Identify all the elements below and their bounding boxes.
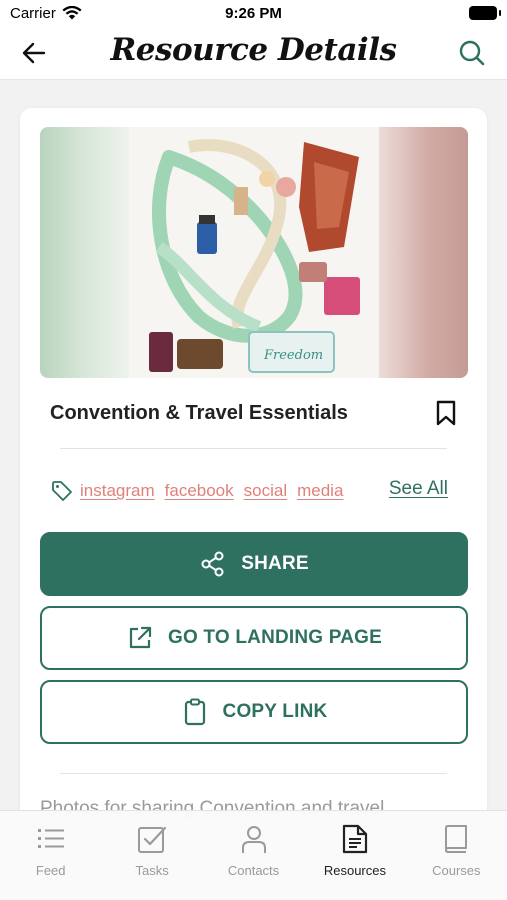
- tab-tasks[interactable]: Tasks: [101, 811, 202, 900]
- tab-contacts[interactable]: Contacts: [203, 811, 304, 900]
- share-label: SHARE: [241, 553, 309, 574]
- bookmark-icon: [436, 400, 456, 426]
- book-icon: [440, 823, 472, 855]
- resource-image: Freedom: [40, 127, 468, 378]
- divider: [60, 448, 447, 449]
- navigation-bar: Resource Details: [0, 26, 507, 80]
- resource-title-row: Convention & Travel Essentials: [50, 394, 460, 434]
- tab-label: Feed: [35, 863, 66, 878]
- tag-icon: [52, 481, 72, 501]
- see-all-tags-link[interactable]: See All: [389, 478, 448, 500]
- status-bar: Carrier 9:26 PM: [0, 0, 507, 26]
- go-to-landing-page-button[interactable]: GO TO LANDING PAGE: [40, 606, 468, 670]
- tab-label: Resources: [323, 863, 386, 878]
- resource-photo: Freedom: [129, 127, 379, 378]
- landing-label: GO TO LANDING PAGE: [167, 627, 383, 648]
- tab-resources[interactable]: Resources: [304, 811, 405, 900]
- page-title: Resource Details: [110, 32, 397, 68]
- carrier-indicator: Carrier: [10, 5, 82, 22]
- tab-label: Tasks: [135, 863, 169, 878]
- divider: [60, 773, 447, 774]
- share-button[interactable]: SHARE: [40, 532, 468, 596]
- photo-illustration: Freedom: [129, 127, 379, 378]
- arrow-left-icon: [22, 42, 46, 64]
- external-link-icon: [126, 624, 154, 652]
- checkbox-icon: [136, 823, 168, 855]
- search-icon: [459, 40, 485, 66]
- tag-link[interactable]: social: [244, 481, 287, 501]
- tag-link[interactable]: instagram: [80, 481, 155, 501]
- resource-title: Convention & Travel Essentials: [50, 402, 348, 424]
- image-blur-left: [40, 127, 129, 378]
- carrier-label: Carrier: [10, 4, 56, 22]
- clipboard-icon: [181, 698, 209, 726]
- copy-link-button[interactable]: COPY LINK: [40, 680, 468, 744]
- tag-link[interactable]: facebook: [165, 481, 234, 501]
- resource-details-screen: Carrier 9:26 PM Resource Details Freedom…: [0, 0, 507, 900]
- tab-bar: Feed Tasks Contacts Resources Courses: [0, 810, 507, 900]
- back-button[interactable]: [18, 38, 50, 68]
- resource-card: Freedom Convention & Travel Essentials i: [20, 108, 487, 828]
- tab-label: Courses: [432, 863, 481, 878]
- battery-icon: [469, 6, 501, 20]
- search-button[interactable]: [455, 36, 489, 70]
- document-icon: [339, 823, 371, 855]
- tab-feed[interactable]: Feed: [0, 811, 101, 900]
- tag-link[interactable]: media: [297, 481, 343, 501]
- wifi-icon: [62, 6, 82, 20]
- copy-label: COPY LINK: [222, 701, 328, 722]
- bookmark-button[interactable]: [432, 398, 460, 428]
- person-icon: [238, 823, 270, 855]
- list-icon: [35, 823, 67, 855]
- svg-text:Freedom: Freedom: [263, 348, 323, 363]
- tab-courses[interactable]: Courses: [406, 811, 507, 900]
- image-blur-right: [379, 127, 468, 378]
- share-icon: [199, 550, 227, 578]
- tab-label: Contacts: [227, 863, 280, 878]
- tags-row: instagram facebook social media See All: [50, 476, 450, 506]
